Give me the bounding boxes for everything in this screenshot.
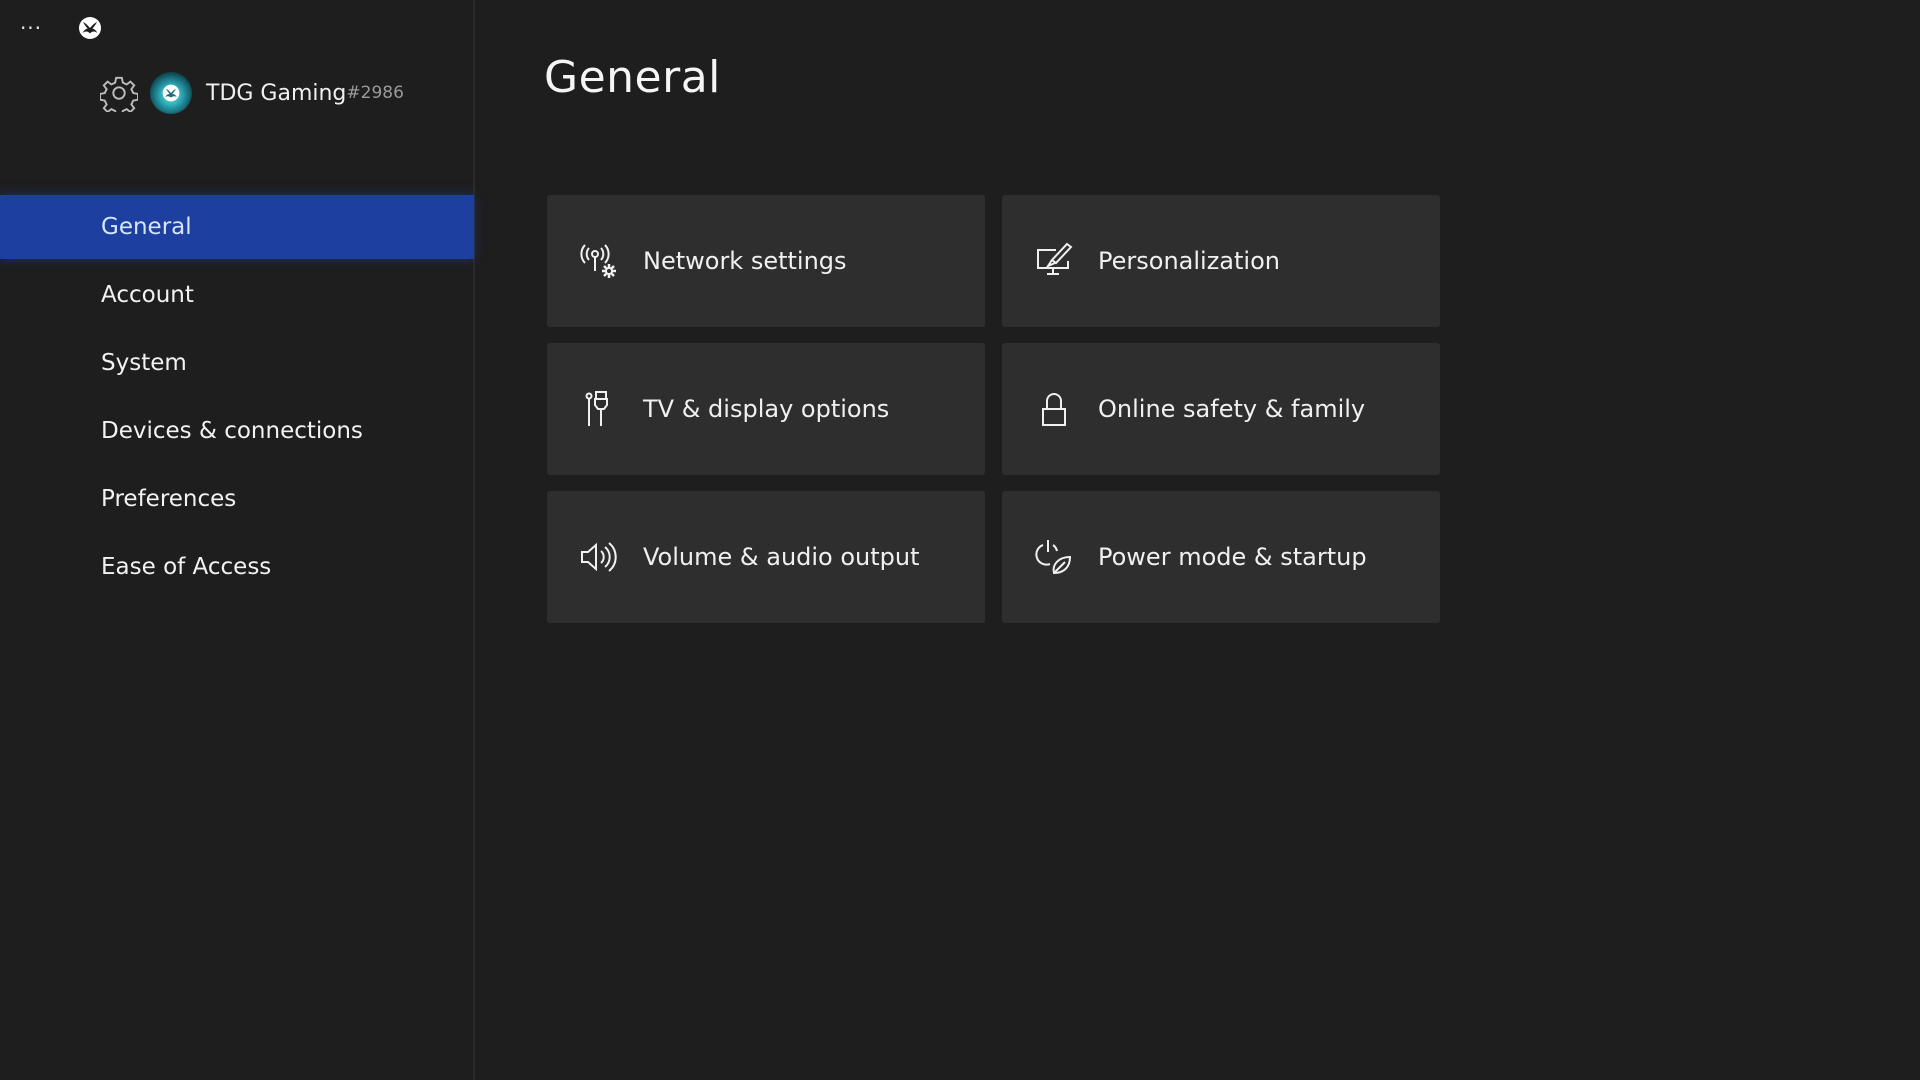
tile-label: Network settings bbox=[643, 247, 847, 275]
gear-icon[interactable] bbox=[100, 74, 138, 112]
settings-tile-grid: Network settings Personalization TV & di bbox=[547, 195, 1440, 623]
profile-header: TDG Gaming #2986 bbox=[100, 72, 404, 114]
sidebar-item-general[interactable]: General bbox=[0, 195, 474, 259]
tile-label: Volume & audio output bbox=[643, 543, 920, 571]
settings-nav: General Account System Devices & connect… bbox=[0, 195, 474, 603]
tile-label: TV & display options bbox=[643, 395, 890, 423]
sidebar-item-label: Ease of Access bbox=[101, 554, 272, 580]
tile-online-safety-family[interactable]: Online safety & family bbox=[1002, 343, 1440, 475]
tile-label: Online safety & family bbox=[1098, 395, 1366, 423]
gamertag-suffix: #2986 bbox=[346, 83, 404, 103]
tile-volume-audio-output[interactable]: Volume & audio output bbox=[547, 491, 985, 623]
tile-personalization[interactable]: Personalization bbox=[1002, 195, 1440, 327]
sidebar: ··· TDG Gaming #2986 General Account Syst bbox=[0, 0, 475, 1080]
sidebar-item-label: System bbox=[101, 350, 187, 376]
network-settings-icon bbox=[580, 244, 616, 278]
sidebar-item-system[interactable]: System bbox=[0, 331, 474, 395]
tile-tv-display-options[interactable]: TV & display options bbox=[547, 343, 985, 475]
xbox-logo-icon bbox=[79, 17, 101, 39]
sidebar-item-account[interactable]: Account bbox=[0, 263, 474, 327]
tile-label: Power mode & startup bbox=[1098, 543, 1367, 571]
tile-power-mode-startup[interactable]: Power mode & startup bbox=[1002, 491, 1440, 623]
tv-display-icon bbox=[585, 391, 608, 426]
sidebar-item-devices-connections[interactable]: Devices & connections bbox=[0, 399, 474, 463]
more-horizontal-icon: ··· bbox=[19, 16, 43, 40]
personalization-icon bbox=[1037, 242, 1073, 275]
more-options-button[interactable]: ··· bbox=[18, 14, 44, 42]
speaker-icon bbox=[581, 542, 617, 572]
sidebar-item-label: Devices & connections bbox=[101, 418, 363, 444]
sidebar-item-label: Account bbox=[101, 282, 194, 308]
gamertag: TDG Gaming bbox=[206, 80, 347, 106]
sidebar-item-label: Preferences bbox=[101, 486, 237, 512]
power-leaf-icon bbox=[1035, 540, 1072, 575]
lock-icon bbox=[1042, 393, 1066, 426]
avatar[interactable] bbox=[150, 72, 192, 114]
sidebar-item-preferences[interactable]: Preferences bbox=[0, 467, 474, 531]
xbox-avatar-icon bbox=[162, 84, 180, 102]
page-title: General bbox=[544, 52, 721, 103]
tile-label: Personalization bbox=[1098, 247, 1280, 275]
sidebar-item-label: General bbox=[101, 214, 192, 240]
sidebar-item-ease-of-access[interactable]: Ease of Access bbox=[0, 535, 474, 599]
xbox-home-button[interactable] bbox=[78, 16, 102, 40]
tile-network-settings[interactable]: Network settings bbox=[547, 195, 985, 327]
